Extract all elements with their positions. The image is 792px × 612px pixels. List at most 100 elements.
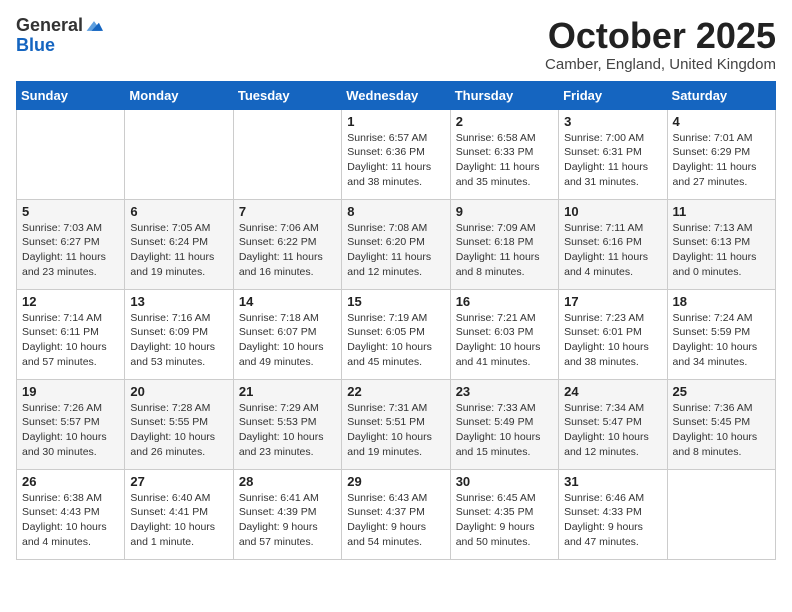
weekday-header-row: SundayMondayTuesdayWednesdayThursdayFrid…: [17, 81, 776, 109]
calendar-cell: 2 Sunrise: 6:58 AM Sunset: 6:33 PM Daylig…: [450, 109, 558, 199]
calendar-cell: 26Sunrise: 6:38 AM Sunset: 4:43 PM Dayli…: [17, 469, 125, 559]
day-number: 21: [239, 384, 336, 399]
calendar-cell: 25Sunrise: 7:36 AM Sunset: 5:45 PM Dayli…: [667, 379, 775, 469]
calendar-cell: 19 Sunrise: 7:26 AM Sunset: 5:57 PM Dayli…: [17, 379, 125, 469]
day-info: Sunrise: 7:08 AM Sunset: 6:20 PM Dayligh…: [347, 221, 444, 280]
logo: General Blue: [16, 16, 103, 56]
day-info: Sunrise: 7:19 AM Sunset: 6:05 PM Dayligh…: [347, 311, 444, 370]
day-info: Sunrise: 7:23 AM Sunset: 6:01 PM Dayligh…: [564, 311, 661, 370]
calendar-week-row: 12 Sunrise: 7:14 AM Sunset: 6:11 PM Dayli…: [17, 289, 776, 379]
day-info: Sunrise: 7:03 AM Sunset: 6:27 PM Dayligh…: [22, 221, 119, 280]
day-info: Sunrise: 7:18 AM Sunset: 6:07 PM Dayligh…: [239, 311, 336, 370]
day-number: 12: [22, 294, 119, 309]
day-number: 15: [347, 294, 444, 309]
logo-general: General: [16, 16, 83, 36]
day-number: 8: [347, 204, 444, 219]
day-number: 20: [130, 384, 227, 399]
calendar-cell: 29Sunrise: 6:43 AM Sunset: 4:37 PM Dayli…: [342, 469, 450, 559]
day-number: 25: [673, 384, 770, 399]
logo-blue: Blue: [16, 36, 103, 56]
day-info: Sunrise: 7:28 AM Sunset: 5:55 PM Dayligh…: [130, 401, 227, 460]
day-number: 28: [239, 474, 336, 489]
day-info: Sunrise: 7:24 AM Sunset: 5:59 PM Dayligh…: [673, 311, 770, 370]
calendar-cell: 11 Sunrise: 7:13 AM Sunset: 6:13 PM Dayli…: [667, 199, 775, 289]
day-number: 23: [456, 384, 553, 399]
day-number: 4: [673, 114, 770, 129]
calendar-cell: 13Sunrise: 7:16 AM Sunset: 6:09 PM Dayli…: [125, 289, 233, 379]
day-info: Sunrise: 6:43 AM Sunset: 4:37 PM Dayligh…: [347, 491, 444, 550]
calendar-cell: 14 Sunrise: 7:18 AM Sunset: 6:07 PM Dayli…: [233, 289, 341, 379]
weekday-header: Monday: [125, 81, 233, 109]
weekday-header: Thursday: [450, 81, 558, 109]
day-number: 11: [673, 204, 770, 219]
day-info: Sunrise: 7:29 AM Sunset: 5:53 PM Dayligh…: [239, 401, 336, 460]
calendar-table: SundayMondayTuesdayWednesdayThursdayFrid…: [16, 81, 776, 560]
calendar-cell: 21 Sunrise: 7:29 AM Sunset: 5:53 PM Dayli…: [233, 379, 341, 469]
day-info: Sunrise: 7:05 AM Sunset: 6:24 PM Dayligh…: [130, 221, 227, 280]
day-number: 22: [347, 384, 444, 399]
logo-icon: [85, 19, 103, 33]
day-info: Sunrise: 7:21 AM Sunset: 6:03 PM Dayligh…: [456, 311, 553, 370]
calendar-cell: 28Sunrise: 6:41 AM Sunset: 4:39 PM Dayli…: [233, 469, 341, 559]
day-number: 19: [22, 384, 119, 399]
calendar-cell: 15 Sunrise: 7:19 AM Sunset: 6:05 PM Dayli…: [342, 289, 450, 379]
day-number: 18: [673, 294, 770, 309]
day-info: Sunrise: 7:00 AM Sunset: 6:31 PM Dayligh…: [564, 131, 661, 190]
day-info: Sunrise: 7:34 AM Sunset: 5:47 PM Dayligh…: [564, 401, 661, 460]
calendar-cell: 4 Sunrise: 7:01 AM Sunset: 6:29 PM Daylig…: [667, 109, 775, 199]
day-number: 14: [239, 294, 336, 309]
day-number: 1: [347, 114, 444, 129]
day-info: Sunrise: 7:16 AM Sunset: 6:09 PM Dayligh…: [130, 311, 227, 370]
calendar-cell: 6 Sunrise: 7:05 AM Sunset: 6:24 PM Daylig…: [125, 199, 233, 289]
calendar-cell: 16 Sunrise: 7:21 AM Sunset: 6:03 PM Dayli…: [450, 289, 558, 379]
day-info: Sunrise: 7:13 AM Sunset: 6:13 PM Dayligh…: [673, 221, 770, 280]
day-number: 2: [456, 114, 553, 129]
calendar-week-row: 1 Sunrise: 6:57 AM Sunset: 6:36 PM Daylig…: [17, 109, 776, 199]
day-number: 16: [456, 294, 553, 309]
weekday-header: Wednesday: [342, 81, 450, 109]
calendar-cell: 23 Sunrise: 7:33 AM Sunset: 5:49 PM Dayli…: [450, 379, 558, 469]
calendar-cell: 20 Sunrise: 7:28 AM Sunset: 5:55 PM Dayli…: [125, 379, 233, 469]
weekday-header: Sunday: [17, 81, 125, 109]
calendar-week-row: 26Sunrise: 6:38 AM Sunset: 4:43 PM Dayli…: [17, 469, 776, 559]
day-info: Sunrise: 7:14 AM Sunset: 6:11 PM Dayligh…: [22, 311, 119, 370]
calendar-cell: [667, 469, 775, 559]
day-number: 10: [564, 204, 661, 219]
day-number: 3: [564, 114, 661, 129]
location: Camber, England, United Kingdom: [545, 56, 776, 73]
calendar-cell: 22 Sunrise: 7:31 AM Sunset: 5:51 PM Dayli…: [342, 379, 450, 469]
day-info: Sunrise: 6:58 AM Sunset: 6:33 PM Dayligh…: [456, 131, 553, 190]
day-info: Sunrise: 7:31 AM Sunset: 5:51 PM Dayligh…: [347, 401, 444, 460]
calendar-cell: 9 Sunrise: 7:09 AM Sunset: 6:18 PM Daylig…: [450, 199, 558, 289]
day-info: Sunrise: 7:01 AM Sunset: 6:29 PM Dayligh…: [673, 131, 770, 190]
day-info: Sunrise: 7:06 AM Sunset: 6:22 PM Dayligh…: [239, 221, 336, 280]
weekday-header: Saturday: [667, 81, 775, 109]
day-number: 17: [564, 294, 661, 309]
calendar-cell: [17, 109, 125, 199]
day-number: 27: [130, 474, 227, 489]
day-info: Sunrise: 6:57 AM Sunset: 6:36 PM Dayligh…: [347, 131, 444, 190]
day-info: Sunrise: 7:11 AM Sunset: 6:16 PM Dayligh…: [564, 221, 661, 280]
calendar-cell: 8 Sunrise: 7:08 AM Sunset: 6:20 PM Daylig…: [342, 199, 450, 289]
title-block: October 2025 Camber, England, United Kin…: [545, 16, 776, 73]
day-info: Sunrise: 7:09 AM Sunset: 6:18 PM Dayligh…: [456, 221, 553, 280]
day-number: 9: [456, 204, 553, 219]
day-info: Sunrise: 6:45 AM Sunset: 4:35 PM Dayligh…: [456, 491, 553, 550]
calendar-cell: 30Sunrise: 6:45 AM Sunset: 4:35 PM Dayli…: [450, 469, 558, 559]
calendar-cell: 1 Sunrise: 6:57 AM Sunset: 6:36 PM Daylig…: [342, 109, 450, 199]
calendar-cell: 12 Sunrise: 7:14 AM Sunset: 6:11 PM Dayli…: [17, 289, 125, 379]
calendar-cell: 5Sunrise: 7:03 AM Sunset: 6:27 PM Daylig…: [17, 199, 125, 289]
month-title: October 2025: [545, 16, 776, 56]
calendar-cell: 17 Sunrise: 7:23 AM Sunset: 6:01 PM Dayli…: [559, 289, 667, 379]
day-number: 24: [564, 384, 661, 399]
calendar-week-row: 5Sunrise: 7:03 AM Sunset: 6:27 PM Daylig…: [17, 199, 776, 289]
day-number: 6: [130, 204, 227, 219]
calendar-cell: 31Sunrise: 6:46 AM Sunset: 4:33 PM Dayli…: [559, 469, 667, 559]
day-info: Sunrise: 7:26 AM Sunset: 5:57 PM Dayligh…: [22, 401, 119, 460]
calendar-cell: 7Sunrise: 7:06 AM Sunset: 6:22 PM Daylig…: [233, 199, 341, 289]
day-info: Sunrise: 7:33 AM Sunset: 5:49 PM Dayligh…: [456, 401, 553, 460]
page-header: General Blue October 2025 Camber, Englan…: [16, 16, 776, 73]
calendar-cell: 10 Sunrise: 7:11 AM Sunset: 6:16 PM Dayli…: [559, 199, 667, 289]
calendar-cell: [125, 109, 233, 199]
calendar-cell: 27Sunrise: 6:40 AM Sunset: 4:41 PM Dayli…: [125, 469, 233, 559]
